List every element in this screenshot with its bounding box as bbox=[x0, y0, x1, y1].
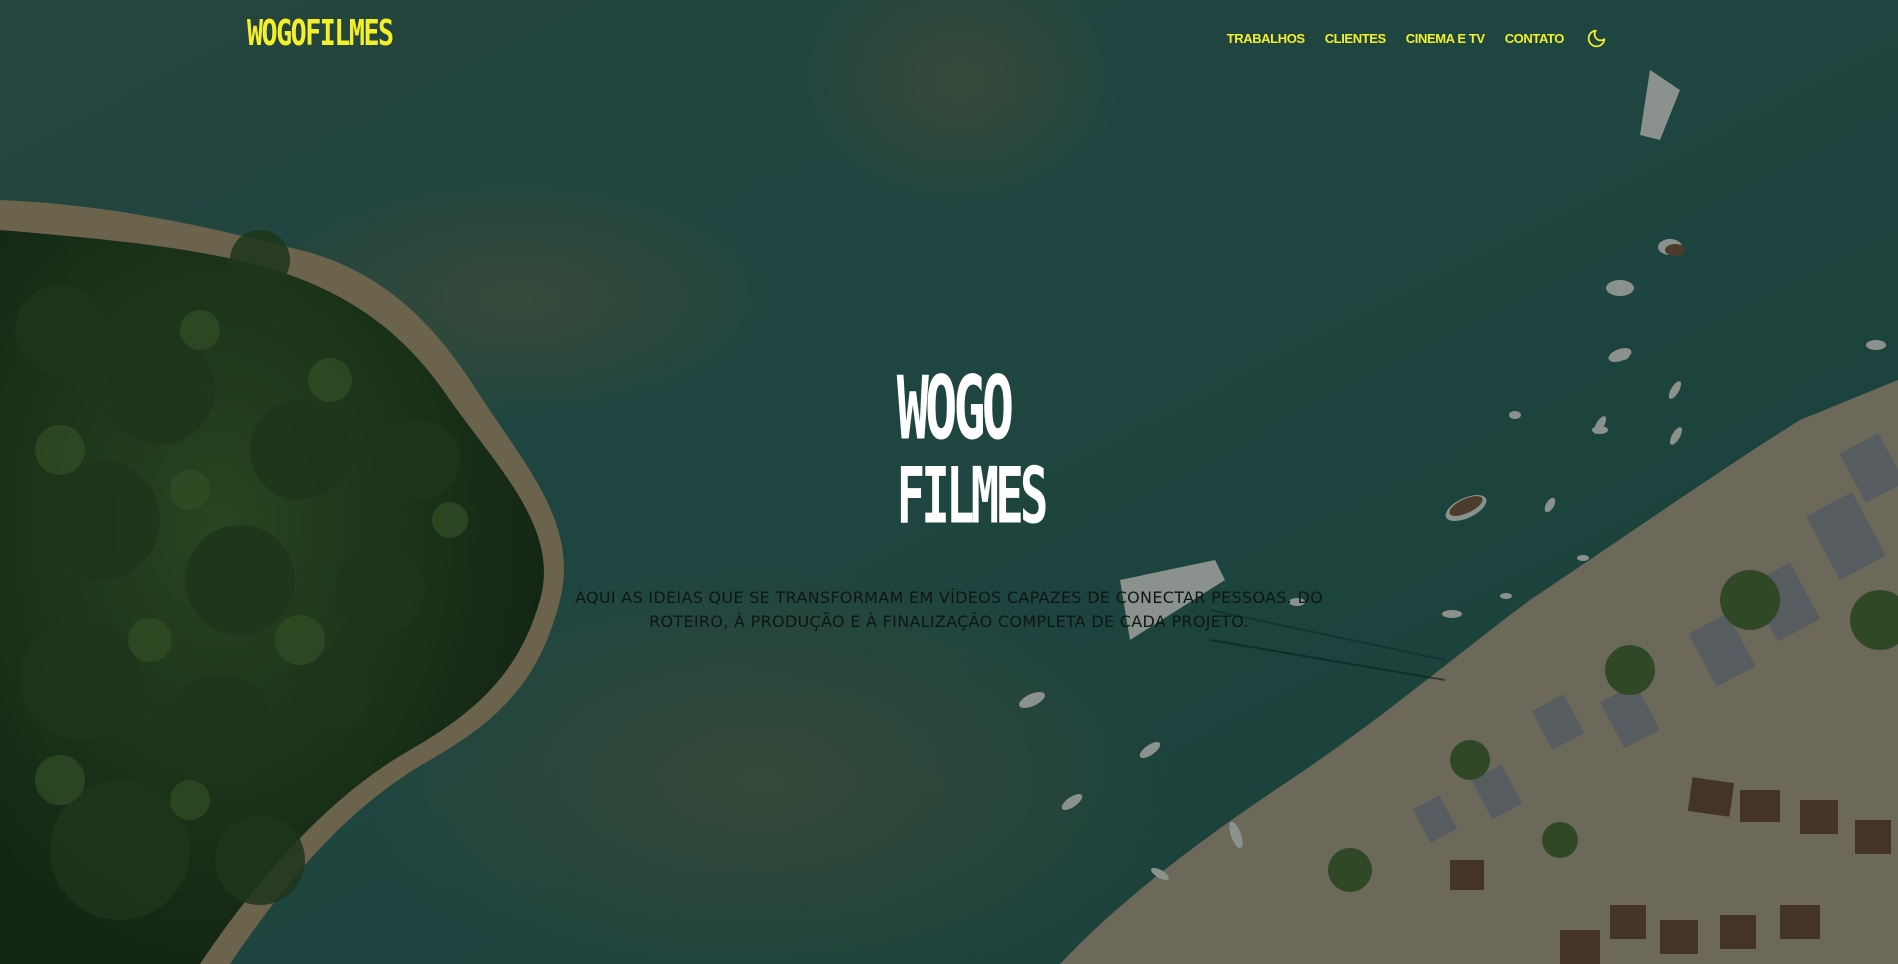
nav-link-clientes[interactable]: CLIENTES bbox=[1325, 31, 1386, 46]
hero-section: WOGOFILMES TRABALHOS CLIENTES CINEMA E T… bbox=[0, 0, 1898, 964]
hero-logo-line-2: FILMES bbox=[896, 450, 1049, 541]
nav-link-trabalhos[interactable]: TRABALHOS bbox=[1227, 31, 1305, 46]
brand-logo[interactable]: WOGOFILMES bbox=[247, 14, 394, 54]
moon-icon bbox=[1587, 29, 1605, 47]
hero-logo: WOGO FILMES bbox=[866, 358, 1049, 541]
theme-toggle-button[interactable] bbox=[1584, 26, 1608, 50]
main-menu: TRABALHOS CLIENTES CINEMA E TV CONTATO bbox=[1227, 26, 1608, 50]
nav-link-contato[interactable]: CONTATO bbox=[1505, 31, 1565, 46]
top-navbar: WOGOFILMES TRABALHOS CLIENTES CINEMA E T… bbox=[0, 0, 1898, 76]
nav-link-cinema-e-tv[interactable]: CINEMA E TV bbox=[1406, 31, 1485, 46]
hero-tagline: AQUI AS IDEIAS QUE SE TRANSFORMAM EM VÍD… bbox=[575, 588, 1323, 631]
hero-logo-line-1: WOGO bbox=[896, 358, 1014, 460]
